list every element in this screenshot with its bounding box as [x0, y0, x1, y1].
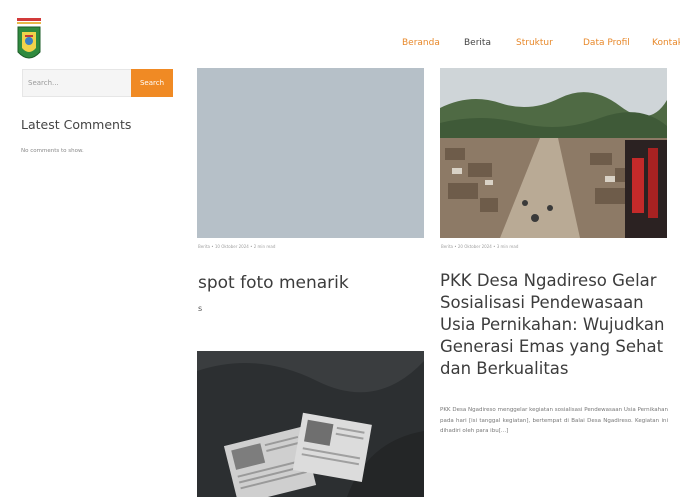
- main-nav: Beranda Berita Struktur Data Profil Kont…: [190, 38, 680, 52]
- post-meta: Berita • 20 Oktober 2024 • 3 min read: [441, 244, 519, 249]
- post-title[interactable]: spot foto menarik: [198, 273, 349, 293]
- latest-comments-title: Latest Comments: [21, 117, 132, 132]
- nav-item-berita[interactable]: Berita: [464, 38, 491, 48]
- post-excerpt: s: [198, 304, 203, 313]
- post-thumbnail-placeholder[interactable]: [197, 68, 424, 238]
- search-form: Search: [22, 69, 173, 97]
- post-thumbnail-village-road[interactable]: [440, 68, 667, 238]
- nav-item-struktur[interactable]: Struktur: [516, 38, 553, 48]
- post-meta: Berita • 10 Oktober 2024 • 2 min read: [198, 244, 276, 249]
- latest-comments-empty: No comments to show.: [21, 148, 84, 154]
- post-excerpt: PKK Desa Ngadireso menggelar kegiatan so…: [440, 407, 668, 434]
- nav-item-beranda[interactable]: Beranda: [402, 38, 440, 48]
- nav-item-kontak[interactable]: Kontak: [652, 38, 680, 48]
- post-title[interactable]: PKK Desa Ngadireso Gelar Sosialisasi Pen…: [440, 270, 672, 380]
- search-button[interactable]: Search: [131, 69, 173, 97]
- nav-item-data-profil[interactable]: Data Profil: [583, 38, 630, 48]
- post-thumbnail-newspapers[interactable]: [197, 351, 424, 497]
- search-input[interactable]: [22, 69, 131, 97]
- site-logo[interactable]: [16, 18, 42, 66]
